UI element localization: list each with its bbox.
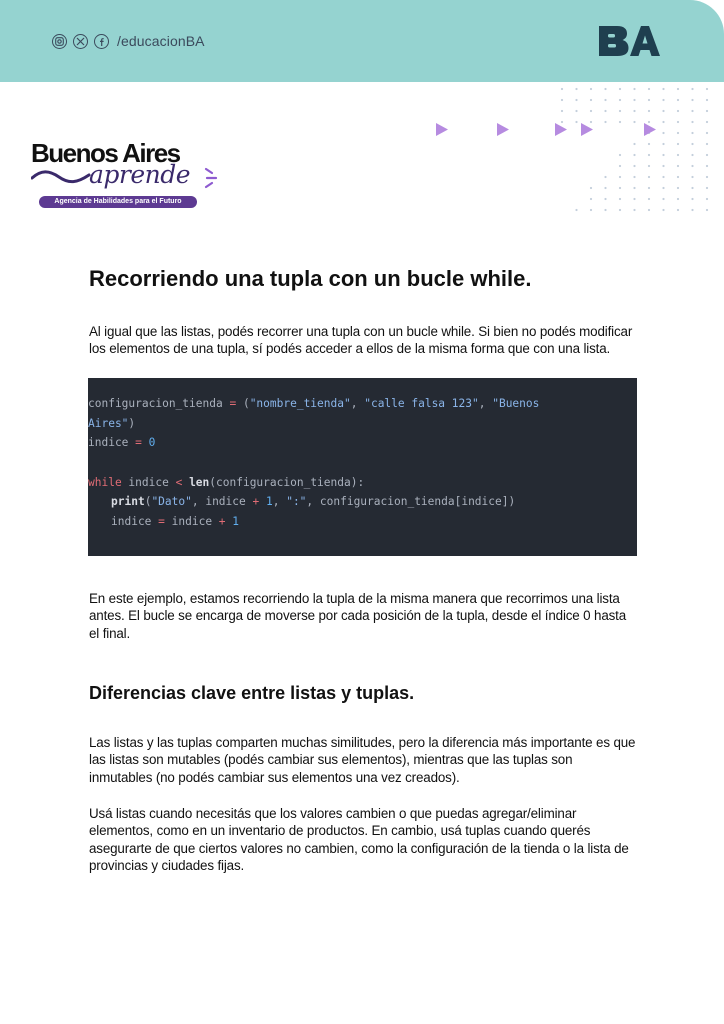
code-token: len [182,475,210,489]
intro-paragraph: Al igual que las listas, podés recorrer … [89,324,633,357]
wave-icon [31,170,91,184]
facebook-icon[interactable] [94,33,109,49]
x-icon[interactable] [73,33,88,49]
header-bar: /educacionBA [0,0,724,82]
triangle-icon [497,123,509,136]
differences-paragraph-2: Usá listas cuando necesitás que los valo… [89,806,629,873]
code-token: + [218,515,226,529]
social-links: /educacionBA [52,31,205,51]
code-line: while indice < len(configuracion_tienda)… [88,473,637,493]
logo-script: aprende [89,160,191,189]
code-token: "calle falsa 123" [364,397,479,410]
differences-block: Las listas y las tuplas comparten muchas… [89,734,637,786]
logo-tagline: Agencia de Habilidades para el Futuro [39,196,197,208]
explanation-block: En este ejemplo, estamos recorriendo la … [89,590,637,642]
social-handle[interactable]: /educacionBA [117,33,205,49]
code-token: = [158,515,165,529]
code-token: Aires" [88,416,129,430]
code-token: (configuracion_tienda): [209,475,365,489]
spark-icon [204,167,218,189]
code-token: = [222,397,243,410]
section-title: Diferencias clave entre listas y tuplas. [89,683,415,703]
code-line: print("Dato", indice + 1, ":", configura… [88,492,637,512]
triangle-icon [436,123,448,136]
code-token: indice [121,475,176,489]
intro-block: Al igual que las listas, podés recorrer … [89,323,637,358]
code-token: , [272,495,287,509]
code-token: 1 [259,495,273,509]
code-token: ) [128,416,136,430]
triangle-icon [581,123,593,136]
code-token: , [478,397,493,410]
code-token: , indice [191,495,253,509]
code-token: "nombre_tienda" [249,397,351,410]
code-token: indice [164,515,219,529]
code-token: "Buenos [492,397,540,410]
dot-pattern [560,87,709,212]
code-token: configuracion_tienda [88,397,223,410]
code-line: Aires") [88,414,637,434]
code-token: indice [111,515,159,529]
code-line: configuracion_tienda = ("nombre_tienda",… [88,394,637,414]
triangle-icon [555,123,567,136]
code-token: , configuracion_tienda[indice]) [306,495,516,509]
differences-paragraph-1: Las listas y las tuplas comparten muchas… [89,735,636,785]
code-token: indice [88,436,129,450]
code-token: ":" [286,495,307,509]
code-token: 0 [148,436,156,450]
code-token: = [128,436,149,450]
triangle-icon [644,123,656,136]
code-token: 1 [225,515,240,529]
code-block: configuracion_tienda = ("nombre_tienda",… [88,378,637,556]
code-token: while [88,475,122,489]
code-token: , [350,397,365,410]
code-token: print [111,495,145,509]
ba-logo[interactable] [597,24,661,58]
explanation-paragraph: En este ejemplo, estamos recorriendo la … [89,591,627,641]
instagram-icon[interactable] [52,33,67,49]
code-token: "Dato" [151,495,192,509]
page-title: Recorriendo una tupla con un bucle while… [89,266,532,291]
usage-block: Usá listas cuando necesitás que los valo… [89,805,637,874]
code-line: indice = 0 [88,433,637,453]
code-line: indice = indice + 1 [88,512,637,532]
code-token: ( [242,397,250,410]
buenos-aires-aprende-logo: Buenos Aires aprende Agencia de Habilida… [31,138,221,210]
